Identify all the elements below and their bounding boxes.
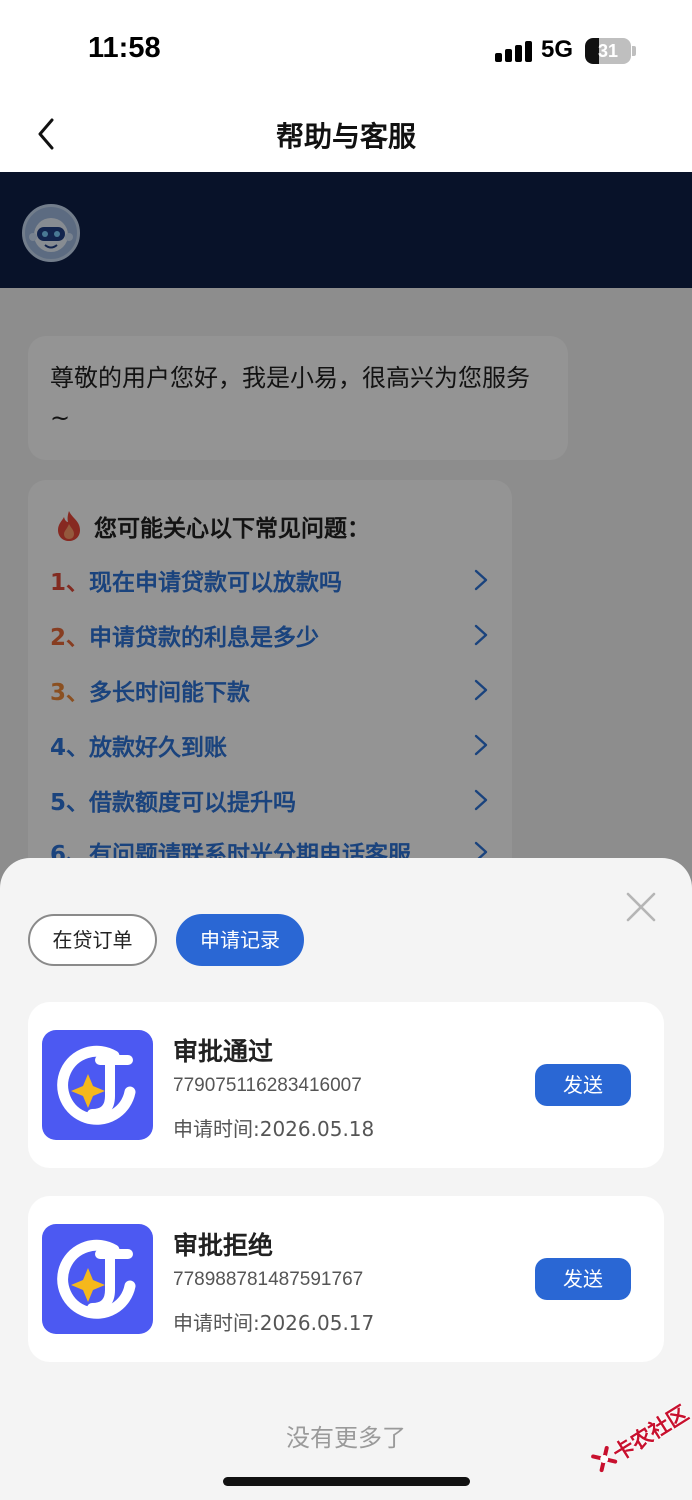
tab-active-loans[interactable]: 在贷订单 [28, 914, 157, 966]
close-button[interactable] [624, 890, 658, 924]
send-button[interactable]: 发送 [535, 1258, 631, 1300]
battery-level-text: 31 [597, 41, 619, 61]
app-logo-icon [42, 1224, 153, 1334]
tab-application-records[interactable]: 申请记录 [176, 914, 304, 966]
records-bottom-sheet: 在贷订单 申请记录 审批通过 779075116283416007 申请时间:2… [0, 858, 692, 1500]
record-order-id: 778988781487591767 [173, 1269, 364, 1290]
record-apply-time: 申请时间:2026.05.17 [173, 1311, 375, 1335]
record-order-id: 779075116283416007 [173, 1075, 362, 1096]
home-indicator[interactable] [223, 1477, 470, 1486]
network-label: 5G [541, 36, 574, 63]
status-bar: 11:58 5G 31 [0, 0, 692, 100]
status-time: 11:58 [88, 32, 161, 64]
record-card: 审批拒绝 778988781487591767 申请时间:2026.05.17 … [28, 1196, 664, 1362]
close-icon [626, 892, 656, 922]
watermark-text: 卡农社区 [608, 1401, 692, 1466]
record-status: 审批拒绝 [173, 1231, 274, 1260]
record-apply-time: 申请时间:2026.05.18 [173, 1117, 375, 1141]
send-button[interactable]: 发送 [535, 1064, 631, 1106]
signal-icon [495, 40, 533, 62]
battery-icon: 31 [585, 38, 631, 64]
app-logo-icon [42, 1030, 153, 1140]
battery-tip [632, 46, 636, 56]
record-status: 审批通过 [173, 1037, 274, 1066]
nav-bar: 帮助与客服 [0, 100, 692, 172]
record-card: 审批通过 779075116283416007 申请时间:2026.05.18 … [28, 1002, 664, 1168]
page-title: 帮助与客服 [275, 120, 416, 153]
